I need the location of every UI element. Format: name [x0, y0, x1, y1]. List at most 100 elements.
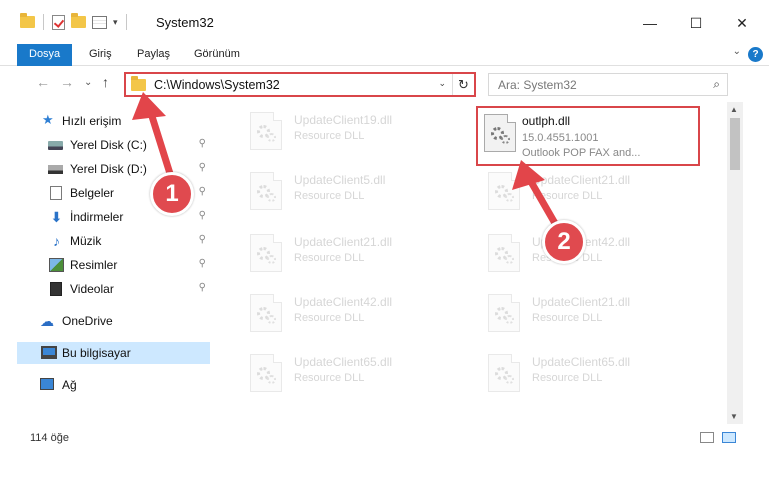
sidebar-item-label: Bu bilgisayar [62, 346, 131, 360]
downloads-icon: ⬇ [50, 209, 63, 225]
sidebar-item-videos[interactable]: Videolar ⚲ [0, 278, 210, 300]
sidebar-item-network[interactable]: Ağ [0, 374, 210, 396]
address-folder-icon [131, 76, 146, 91]
properties-check-icon[interactable] [52, 14, 65, 30]
search-icon[interactable]: ⌕ [713, 77, 720, 92]
refresh-button[interactable]: ↻ [452, 74, 474, 95]
toolbar-divider [43, 14, 44, 30]
list-item[interactable]: UpdateClient21.dll Resource DLL [462, 164, 692, 216]
sidebar-item-pictures[interactable]: Resimler ⚲ [0, 254, 210, 276]
list-item[interactable]: UpdateClient65.dll Resource DLL [462, 346, 692, 398]
file-name: UpdateClient5.dll [294, 173, 386, 187]
close-button[interactable]: ✕ [719, 8, 765, 38]
pictures-icon [49, 258, 64, 272]
highlighted-file-outlph[interactable]: outlph.dll 15.0.4551.1001 Outlook POP FA… [476, 106, 700, 166]
folder-icon [20, 13, 35, 28]
search-placeholder[interactable]: Ara: System32 [498, 78, 577, 92]
list-item[interactable]: UpdateClient42.dll Resource DLL [224, 286, 454, 338]
file-name: UpdateClient21.dll [532, 295, 631, 309]
sidebar-item-local-disk-c[interactable]: Yerel Disk (C:) ⚲ [0, 134, 210, 156]
window-title: System32 [156, 15, 214, 30]
file-type: Outlook POP FAX and... [522, 147, 641, 159]
sidebar-item-label: Yerel Disk (C:) [70, 138, 147, 152]
title-bar: ▾ System32 — ☐ ✕ [0, 0, 769, 44]
sidebar-item-label: Yerel Disk (D:) [70, 162, 147, 176]
file-type: Resource DLL [294, 312, 365, 324]
scroll-down-icon[interactable]: ▼ [730, 412, 738, 421]
minimize-button[interactable]: — [627, 8, 673, 38]
sidebar-item-quick-access[interactable]: ★ Hızlı erişim [0, 110, 210, 132]
quick-access-toolbar: ▾ [20, 13, 129, 30]
window-bottom [0, 450, 769, 481]
dll-file-icon [488, 172, 520, 210]
address-path[interactable]: C:\Windows\System32 [154, 78, 280, 92]
tab-share[interactable]: Paylaş [137, 44, 170, 66]
dll-file-icon [250, 172, 282, 210]
navigation-bar: ← → ⌄ ↑ C:\Windows\System32 ⌄ ↻ Ara: Sys… [0, 66, 769, 102]
network-icon [40, 378, 54, 390]
file-name: UpdateClient65.dll [532, 355, 631, 369]
star-icon: ★ [42, 112, 54, 127]
back-button[interactable]: ← [36, 74, 50, 90]
callout-badge-2: 2 [542, 220, 586, 264]
pin-icon[interactable]: ⚲ [199, 162, 206, 173]
callout-badge-1: 1 [150, 172, 194, 216]
list-item[interactable]: UpdateClient5.dll Resource DLL [224, 164, 454, 216]
sidebar-item-label: Müzik [70, 234, 102, 248]
scroll-thumb[interactable] [730, 118, 740, 170]
file-type: Resource DLL [532, 190, 603, 202]
search-box[interactable]: Ara: System32 ⌕ [488, 73, 728, 96]
dll-file-icon [250, 354, 282, 392]
sidebar-item-label: Videolar [70, 282, 114, 296]
dll-file-icon [488, 234, 520, 272]
sidebar-item-onedrive[interactable]: ☁ OneDrive [0, 310, 210, 332]
videos-icon [50, 282, 62, 296]
list-item[interactable]: UpdateClient19.dll Resource DLL [224, 104, 454, 156]
tab-home[interactable]: Giriş [89, 44, 112, 66]
pin-icon[interactable]: ⚲ [199, 282, 206, 293]
cloud-icon: ☁ [40, 313, 54, 329]
list-item[interactable]: UpdateClient65.dll Resource DLL [224, 346, 454, 398]
address-dropdown-icon[interactable]: ⌄ [438, 78, 446, 89]
file-name: UpdateClient21.dll [294, 235, 393, 249]
maximize-button[interactable]: ☐ [673, 8, 719, 38]
toolbar-divider [125, 14, 127, 30]
file-type: Resource DLL [294, 130, 365, 142]
forward-button[interactable]: → [60, 74, 74, 90]
file-type: Resource DLL [294, 190, 365, 202]
address-bar[interactable]: C:\Windows\System32 ⌄ ↻ [124, 72, 476, 97]
pin-icon[interactable]: ⚲ [199, 186, 206, 197]
pin-icon[interactable]: ⚲ [199, 138, 206, 149]
tab-view[interactable]: Görünüm [194, 44, 240, 66]
pin-icon[interactable]: ⚲ [199, 210, 206, 221]
sidebar-item-music[interactable]: ♪ Müzik ⚲ [0, 230, 210, 252]
new-folder-icon[interactable] [71, 13, 86, 28]
tab-file[interactable]: Dosya [17, 44, 73, 66]
help-icon[interactable]: ? [748, 47, 763, 62]
sidebar-item-label: Ağ [62, 378, 77, 392]
drive-icon [48, 165, 63, 174]
file-type: Resource DLL [532, 372, 603, 384]
details-view-icon[interactable] [700, 432, 714, 443]
sidebar-item-label: OneDrive [62, 314, 113, 328]
list-item[interactable]: UpdateClient21.dll Resource DLL [224, 226, 454, 278]
sidebar-item-this-pc[interactable]: Bu bilgisayar [17, 342, 210, 364]
recent-locations-button[interactable]: ⌄ [84, 77, 92, 88]
list-item[interactable]: UpdateClient21.dll Resource DLL [462, 286, 692, 338]
ribbon-tabs: Dosya Giriş Paylaş Görünüm ⌄ ? [0, 44, 769, 66]
expand-ribbon-icon[interactable]: ⌄ [733, 46, 741, 57]
item-count: 114 öğe [30, 432, 69, 444]
file-list: UpdateClient19.dll Resource DLL UpdateCl… [214, 102, 725, 424]
up-button[interactable]: ↑ [102, 74, 109, 90]
file-type: Resource DLL [294, 252, 365, 264]
vertical-scrollbar[interactable]: ▲ ▼ [727, 102, 743, 424]
file-type: Resource DLL [532, 312, 603, 324]
documents-icon [50, 186, 62, 200]
customize-toolbar-icon[interactable]: ▾ [113, 17, 118, 28]
large-icons-view-icon[interactable] [722, 432, 736, 443]
dll-file-icon [250, 294, 282, 332]
pin-icon[interactable]: ⚲ [199, 258, 206, 269]
pin-icon[interactable]: ⚲ [199, 234, 206, 245]
scroll-up-icon[interactable]: ▲ [730, 105, 738, 114]
rename-icon[interactable] [92, 15, 107, 29]
